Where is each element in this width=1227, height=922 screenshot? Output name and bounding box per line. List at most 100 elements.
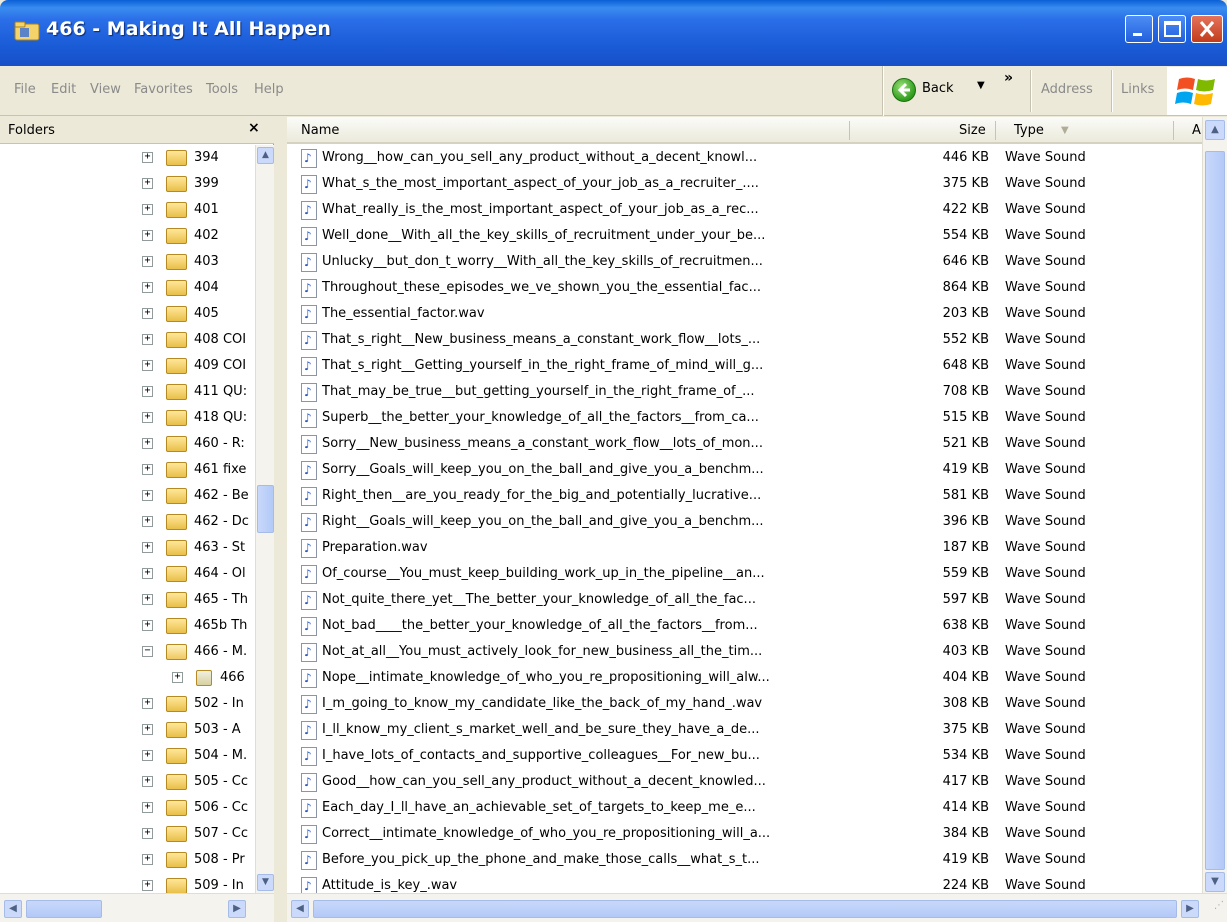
menu-file[interactable]: File [14,82,36,97]
tree-item[interactable]: +394 [0,145,255,171]
expand-icon[interactable]: + [172,672,183,683]
column-attributes[interactable]: A [1192,123,1201,138]
scroll-left-icon[interactable]: ◀ [291,900,309,918]
expand-icon[interactable]: + [142,698,153,709]
collapse-icon[interactable]: − [142,646,153,657]
file-row[interactable]: Before_you_pick_up_the_phone_and_make_th… [287,847,1202,873]
files-vertical-scrollbar[interactable]: ▲ ▼ [1202,117,1227,893]
expand-icon[interactable]: + [142,490,153,501]
column-divider[interactable] [849,121,850,140]
tree-item[interactable]: +504 - M. [0,743,255,769]
file-row[interactable]: Sorry__New_business_means_a_constant_wor… [287,431,1202,457]
back-button[interactable]: Back ▼ [890,70,1000,110]
file-row[interactable]: Not_at_all__You_must_actively_look_for_n… [287,639,1202,665]
expand-icon[interactable]: + [142,178,153,189]
tree-item[interactable]: +509 - In [0,873,255,893]
tree-item[interactable]: +399 [0,171,255,197]
files-horizontal-scrollbar[interactable]: ◀ ▶ ⋰ [287,893,1227,922]
expand-icon[interactable]: + [142,152,153,163]
scroll-thumb[interactable] [1205,151,1225,870]
file-row[interactable]: Superb__the_better_your_knowledge_of_all… [287,405,1202,431]
tree-item[interactable]: +465b Th [0,613,255,639]
scroll-down-icon[interactable]: ▼ [1205,872,1225,892]
scroll-right-icon[interactable]: ▶ [1181,900,1199,918]
scroll-thumb[interactable] [313,900,1177,918]
menu-favorites[interactable]: Favorites [134,82,193,97]
file-row[interactable]: That_may_be_true__but_getting_yourself_i… [287,379,1202,405]
expand-icon[interactable]: + [142,854,153,865]
expand-icon[interactable]: + [142,230,153,241]
file-row[interactable]: I_have_lots_of_contacts_and_supportive_c… [287,743,1202,769]
file-row[interactable]: Preparation.wav 187 KB Wave Sound [287,535,1202,561]
expand-icon[interactable]: + [142,802,153,813]
expand-icon[interactable]: + [142,594,153,605]
file-row[interactable]: What_really_is_the_most_important_aspect… [287,197,1202,223]
file-row[interactable]: Well_done__With_all_the_key_skills_of_re… [287,223,1202,249]
close-button[interactable] [1191,15,1223,43]
tree-item[interactable]: +418 QU: [0,405,255,431]
scroll-thumb[interactable] [26,900,102,918]
expand-icon[interactable]: + [142,464,153,475]
pane-splitter[interactable] [274,117,287,922]
expand-icon[interactable]: + [142,256,153,267]
expand-icon[interactable]: + [142,568,153,579]
file-row[interactable]: Of_course__You_must_keep_building_work_u… [287,561,1202,587]
tree-item[interactable]: +507 - Cc [0,821,255,847]
expand-icon[interactable]: + [142,724,153,735]
scroll-up-icon[interactable]: ▲ [257,147,274,164]
tree-item[interactable]: +502 - In [0,691,255,717]
expand-icon[interactable]: + [142,360,153,371]
title-bar[interactable]: 466 - Making It All Happen [0,0,1227,66]
column-divider[interactable] [1173,121,1174,140]
file-row[interactable]: Correct__intimate_knowledge_of_who_you_r… [287,821,1202,847]
file-row[interactable]: What_s_the_most_important_aspect_of_your… [287,171,1202,197]
scroll-left-icon[interactable]: ◀ [4,900,22,918]
expand-icon[interactable]: + [142,776,153,787]
expand-icon[interactable]: + [142,880,153,891]
tree-item[interactable]: − 466 - M. [0,639,255,665]
menu-help[interactable]: Help [254,82,284,97]
column-divider[interactable] [995,121,996,140]
menu-view[interactable]: View [90,82,121,97]
expand-icon[interactable]: + [142,308,153,319]
tree-item[interactable]: +409 COI [0,353,255,379]
expand-icon[interactable]: + [142,334,153,345]
file-row[interactable]: Not_bad____the_better_your_knowledge_of_… [287,613,1202,639]
tree-item[interactable]: +408 COI [0,327,255,353]
tree-item[interactable]: +402 [0,223,255,249]
column-name[interactable]: Name [301,123,339,138]
file-row[interactable]: That_s_right__New_business_means_a_const… [287,327,1202,353]
file-row[interactable]: Good__how_can_you_sell_any_product_witho… [287,769,1202,795]
expand-icon[interactable]: + [142,386,153,397]
tree-item[interactable]: +508 - Pr [0,847,255,873]
scroll-up-icon[interactable]: ▲ [1205,120,1225,140]
file-row[interactable]: Right_then__are_you_ready_for_the_big_an… [287,483,1202,509]
file-row[interactable]: Not_quite_there_yet__The_better_your_kno… [287,587,1202,613]
tree-vertical-scrollbar[interactable]: ▲ ▼ [255,145,274,893]
expand-icon[interactable]: + [142,620,153,631]
tree-item[interactable]: +403 [0,249,255,275]
file-row[interactable]: Throughout_these_episodes_we_ve_shown_yo… [287,275,1202,301]
expand-icon[interactable]: + [142,438,153,449]
file-row[interactable]: Wrong__how_can_you_sell_any_product_with… [287,145,1202,171]
tree-item[interactable]: +401 [0,197,255,223]
expand-icon[interactable]: + [142,750,153,761]
file-row[interactable]: I_m_going_to_know_my_candidate_like_the_… [287,691,1202,717]
maximize-button[interactable] [1158,15,1186,43]
file-row[interactable]: Nope__intimate_knowledge_of_who_you_re_p… [287,665,1202,691]
resize-grip-icon[interactable]: ⋰ [1202,900,1224,920]
tree-item[interactable]: +461 fixe [0,457,255,483]
tree-item[interactable]: +503 - A [0,717,255,743]
expand-icon[interactable]: + [142,412,153,423]
scroll-thumb[interactable] [257,485,274,533]
tree-item[interactable]: +505 - Cc [0,769,255,795]
expand-icon[interactable]: + [142,516,153,527]
file-row[interactable]: Each_day_I_ll_have_an_achievable_set_of_… [287,795,1202,821]
tree-horizontal-scrollbar[interactable]: ◀ ▶ [0,893,274,922]
tree-item[interactable]: +460 - R: [0,431,255,457]
file-row[interactable]: Attitude_is_key_.wav 224 KB Wave Sound [287,873,1202,893]
tree-item[interactable]: +464 - Ol [0,561,255,587]
tree-item[interactable]: +405 [0,301,255,327]
dropdown-arrow-icon[interactable]: ▼ [977,80,985,91]
column-size[interactable]: Size [959,123,986,138]
